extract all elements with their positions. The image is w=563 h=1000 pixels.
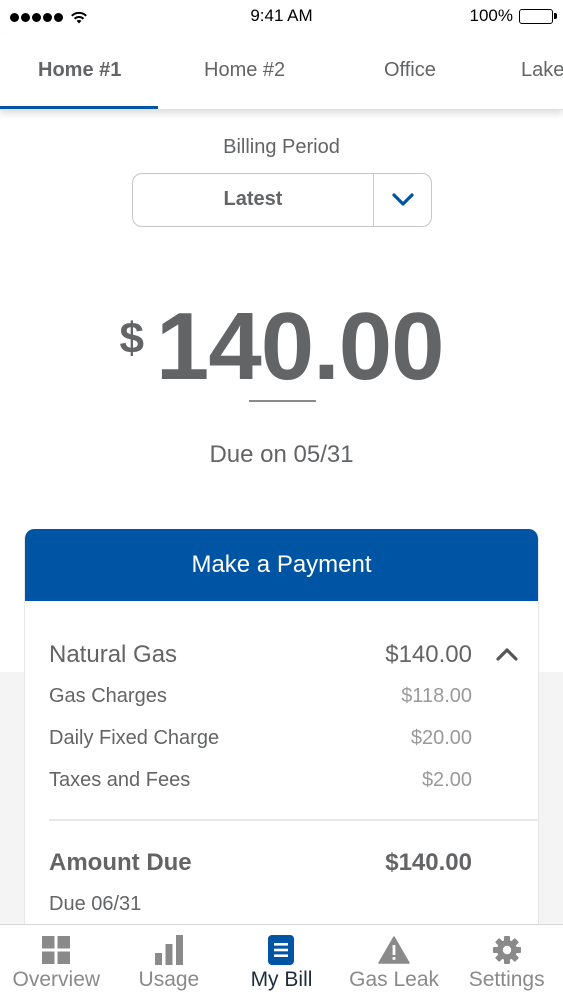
tab-office[interactable]: Office [384,34,436,109]
due-date-text: Due on 05/31 [209,441,354,468]
amount-due-row: Amount Due $140.00 [49,849,538,877]
line-item-amount: $118.00 [401,685,472,707]
billing-period-label: Billing Period [223,136,340,158]
tabbar-label: Usage [138,968,200,991]
bill-amount: $140.00 [0,292,563,402]
tabbar-label: Settings [468,968,545,991]
line-item-amount: $20.00 [410,727,472,749]
billing-period-value: Latest [223,188,283,210]
section-name: Natural Gas [49,641,178,668]
tabbar-settings[interactable]: Settings [450,925,563,1000]
amount-due-label: Amount Due [49,849,192,876]
chevron-down-icon [391,193,414,206]
tabbar-gas-leak[interactable]: Gas Leak [338,925,451,1000]
line-item-label: Taxes and Fees [49,769,191,791]
natural-gas-header[interactable]: Natural Gas $140.00 [49,641,538,671]
tab-home-2[interactable]: Home #2 [204,34,285,109]
currency-symbol: $ [119,314,144,363]
billing-period-select[interactable]: Latest [132,173,432,227]
line-item: Taxes and Fees $2.00 [49,769,538,795]
line-item: Gas Charges $118.00 [49,685,538,711]
tab-lake[interactable]: Lake [521,34,563,109]
location-tabs: Home #1 Home #2 Office Lake [0,34,563,110]
active-tab-indicator [0,106,158,109]
amount-due-date: Due 06/31 [49,893,142,915]
make-payment-button[interactable]: Make a Payment [25,529,538,601]
battery-icon [519,8,557,24]
tabbar-label: Overview [12,968,101,991]
status-bar: 9:41 AM 100% [0,0,563,34]
card-divider [49,819,538,821]
billing-period-dropdown-button[interactable] [373,174,431,226]
bill-card: Make a Payment Natural Gas $140.00 Gas C… [24,529,539,929]
line-item-label: Gas Charges [49,685,167,707]
warning-icon [378,936,410,964]
bottom-tab-bar: Overview Usage My Bill Gas Leak Settings [0,924,563,1000]
line-item: Daily Fixed Charge $20.00 [49,727,538,753]
bar-chart-icon [154,935,183,965]
section-total: $140.00 [385,641,472,668]
tabbar-usage[interactable]: Usage [113,925,226,1000]
tabbar-label: Gas Leak [349,968,440,991]
gear-icon [492,936,521,964]
battery-percent: 100% [469,6,513,25]
tabbar-overview[interactable]: Overview [0,925,113,1000]
amount-divider [249,400,316,402]
amount-due-value: $140.00 [385,849,472,876]
bill-icon [268,935,295,965]
chevron-up-icon[interactable] [496,647,518,661]
grid-icon [42,936,71,964]
bill-amount-value: 140.00 [155,293,445,400]
tabbar-my-bill[interactable]: My Bill [225,925,338,1000]
line-item-label: Daily Fixed Charge [49,727,220,749]
tabbar-label: My Bill [250,968,313,991]
tab-home-1[interactable]: Home #1 [38,34,121,109]
line-item-amount: $2.00 [421,769,472,791]
